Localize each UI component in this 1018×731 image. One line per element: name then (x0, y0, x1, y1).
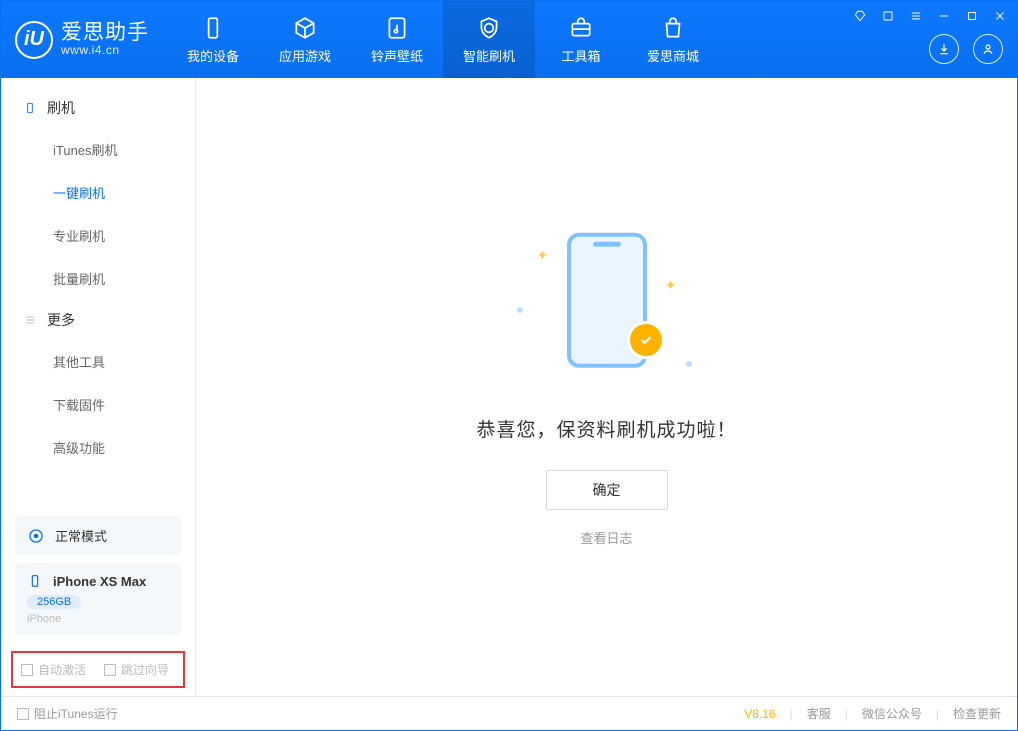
menu-icon[interactable] (907, 7, 925, 25)
skin-icon[interactable] (879, 7, 897, 25)
success-illustration: ✦ ✦ (497, 227, 717, 387)
device-small-icon (27, 573, 43, 589)
spark-icon: ✦ (537, 247, 549, 264)
mode-label: 正常模式 (55, 526, 107, 545)
footer-link-support[interactable]: 客服 (807, 705, 831, 722)
window-controls (851, 7, 1009, 25)
close-button[interactable] (991, 7, 1009, 25)
brand-subtitle: www.i4.cn (61, 43, 149, 57)
feedback-icon[interactable] (851, 7, 869, 25)
checkbox-skip-guide[interactable]: 跳过向导 (104, 661, 169, 678)
top-nav: 我的设备 应用游戏 铃声壁纸 智能刷机 工具箱 爱思商城 (167, 1, 719, 78)
sidebar-item-pro-flash[interactable]: 专业刷机 (1, 214, 195, 257)
version-label: V8.16 (744, 707, 775, 721)
mode-panel[interactable]: 正常模式 (15, 516, 181, 555)
view-log-link[interactable]: 查看日志 (580, 528, 632, 547)
nav-label: 爱思商城 (647, 46, 699, 65)
nav-smart-flash[interactable]: 智能刷机 (443, 1, 535, 78)
nav-label: 铃声壁纸 (371, 46, 423, 65)
nav-apps-games[interactable]: 应用游戏 (259, 1, 351, 78)
sidebar-item-advanced[interactable]: 高级功能 (1, 426, 195, 469)
success-message: 恭喜您，保资料刷机成功啦！ (476, 415, 736, 442)
sidebar-group-more: 更多 (1, 300, 195, 340)
checkbox-icon (17, 708, 29, 720)
mode-icon (27, 527, 45, 545)
shield-icon (476, 15, 502, 41)
checkbox-icon (21, 664, 33, 676)
sidebar-item-batch-flash[interactable]: 批量刷机 (1, 257, 195, 300)
footer: 阻止iTunes运行 V8.16 | 客服 | 微信公众号 | 检查更新 (1, 696, 1017, 730)
cube-icon (292, 15, 318, 41)
sidebar-item-itunes-flash[interactable]: iTunes刷机 (1, 128, 195, 171)
checkbox-icon (104, 664, 116, 676)
brand-title: 爱思助手 (61, 22, 149, 43)
sidebar-group-flash: 刷机 (1, 88, 195, 128)
spark-icon: ✦ (665, 277, 677, 294)
maximize-button[interactable] (963, 7, 981, 25)
footer-link-wechat[interactable]: 微信公众号 (862, 705, 922, 722)
download-button[interactable] (929, 34, 959, 64)
nav-my-device[interactable]: 我的设备 (167, 1, 259, 78)
titlebar-actions (929, 34, 1003, 64)
brand[interactable]: iU 爱思助手 www.i4.cn (1, 1, 167, 78)
nav-label: 工具箱 (561, 46, 600, 65)
music-icon (384, 15, 410, 41)
checkbox-label: 跳过向导 (121, 661, 169, 678)
sidebar-item-other-tools[interactable]: 其他工具 (1, 340, 195, 383)
list-icon (23, 313, 37, 327)
dot-icon (686, 361, 692, 367)
checkbox-block-itunes[interactable]: 阻止iTunes运行 (17, 705, 118, 722)
toolbox-icon (568, 15, 594, 41)
brand-logo-icon: iU (15, 21, 53, 59)
checkbox-auto-activate[interactable]: 自动激活 (21, 661, 86, 678)
sidebar-item-download-firmware[interactable]: 下载固件 (1, 383, 195, 426)
check-badge-icon (627, 321, 665, 359)
device-panel[interactable]: iPhone XS Max 256GB iPhone (15, 563, 181, 635)
body: 刷机 iTunes刷机 一键刷机 专业刷机 批量刷机 更多 其他工具 下载固件 … (1, 78, 1017, 696)
nav-label: 智能刷机 (463, 46, 515, 65)
device-capacity-badge: 256GB (27, 595, 81, 609)
titlebar: iU 爱思助手 www.i4.cn 我的设备 应用游戏 铃声壁纸 智能刷机 工具… (1, 1, 1017, 78)
minimize-button[interactable] (935, 7, 953, 25)
nav-label: 应用游戏 (279, 46, 331, 65)
device-name: iPhone XS Max (53, 574, 146, 589)
main-content: ✦ ✦ 恭喜您，保资料刷机成功啦！ 确定 查看日志 (196, 78, 1017, 696)
checkbox-label: 阻止iTunes运行 (34, 705, 118, 722)
phone-icon (23, 101, 37, 115)
user-button[interactable] (973, 34, 1003, 64)
dot-icon (517, 307, 523, 313)
footer-link-update[interactable]: 检查更新 (953, 705, 1001, 722)
ok-button[interactable]: 确定 (546, 470, 668, 510)
nav-store[interactable]: 爱思商城 (627, 1, 719, 78)
group-title-label: 刷机 (47, 98, 75, 118)
nav-toolbox[interactable]: 工具箱 (535, 1, 627, 78)
nav-label: 我的设备 (187, 46, 239, 65)
bag-icon (660, 15, 686, 41)
group-title-label: 更多 (47, 310, 75, 330)
checkbox-label: 自动激活 (38, 661, 86, 678)
sidebar: 刷机 iTunes刷机 一键刷机 专业刷机 批量刷机 更多 其他工具 下载固件 … (1, 78, 196, 696)
device-icon (200, 15, 226, 41)
options-highlight-box: 自动激活 跳过向导 (11, 651, 185, 688)
nav-ringtones-wallpapers[interactable]: 铃声壁纸 (351, 1, 443, 78)
sidebar-item-oneclick-flash[interactable]: 一键刷机 (1, 171, 195, 214)
device-type: iPhone (27, 613, 169, 625)
